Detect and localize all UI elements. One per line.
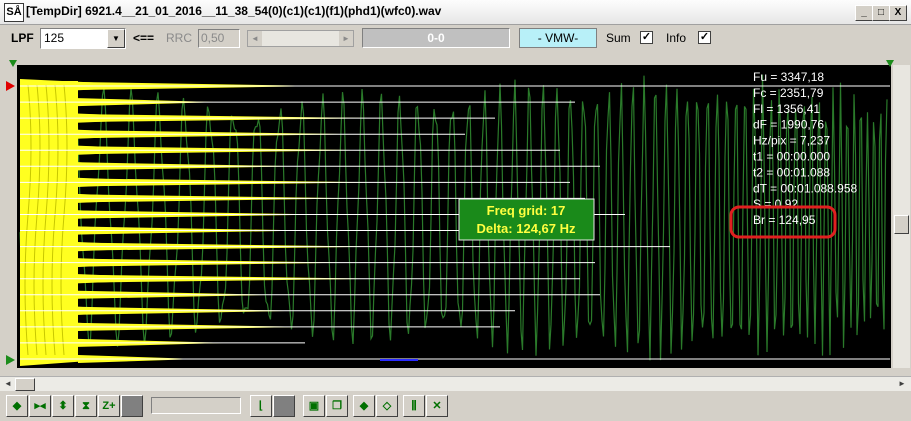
app-icon[interactable]: SÅ [4, 3, 24, 22]
move-vertical-icon[interactable]: ⬍ [52, 395, 74, 417]
info-line: Hz/pix = 7,237 [753, 134, 830, 148]
move-horizontal-icon[interactable]: ◆ [6, 395, 28, 417]
title-bar: SÅ [TempDir] 6921.4__21_01_2016__11_38_5… [0, 0, 911, 25]
mode-indicator[interactable]: - VMW- [519, 28, 597, 48]
toolbar: LPF 125 ▼ <== RRC 0,50 ◄ ► 0-0 - VMW- Su… [0, 25, 911, 53]
back-button[interactable]: <== [133, 31, 154, 45]
scroll-right-icon[interactable]: ► [339, 31, 353, 46]
horizontal-scrollbar[interactable]: ◄ ► [0, 376, 911, 391]
scroll-left-icon[interactable]: ◄ [1, 377, 15, 391]
tooltip-line2: Delta: 124,67 Hz [477, 221, 576, 236]
plot-canvas[interactable]: Fu = 3347,18 Fc = 2351,79 Fl = 1356,41 dF =… [0, 55, 911, 375]
fit-horizontal-icon[interactable]: ▸◂ [29, 395, 51, 417]
bottom-toolbar: ◆ ▸◂ ⬍ ⧗ Z+ ⌊ ▣ ❐ ◆ ◇ ⫼ ✕ [0, 392, 911, 421]
position-readout: 0-0 [362, 28, 510, 48]
info-line: dF = 1990,76 [753, 118, 824, 132]
vertical-scrollbar[interactable] [893, 65, 910, 368]
fit-vertical-icon[interactable]: ⧗ [75, 395, 97, 417]
zoom-plus-icon[interactable]: Z+ [98, 395, 120, 417]
blank-button-icon[interactable] [121, 395, 143, 417]
info-checkbox[interactable]: ✓ [698, 31, 711, 44]
diamond-icon[interactable]: ◆ [353, 395, 375, 417]
tooltip-line1: Freq grid: 17 [487, 203, 566, 218]
equalizer-icon[interactable]: ⫼ [403, 395, 425, 417]
info-label: Info [666, 31, 687, 45]
copy-icon[interactable]: ❐ [326, 395, 348, 417]
cross-arrows-icon[interactable]: ✕ [426, 395, 448, 417]
rrc-label: RRC [166, 31, 192, 45]
vertical-scroll-thumb[interactable] [894, 215, 909, 234]
window-title: [TempDir] 6921.4__21_01_2016__11_38_54(0… [26, 4, 442, 18]
info-line: dT = 00:01.088.958 [753, 181, 858, 195]
lpf-select[interactable]: 125 ▼ [40, 28, 126, 49]
lpf-value: 125 [44, 31, 65, 45]
maximize-button[interactable]: □ [872, 5, 890, 21]
minimize-button[interactable]: _ [855, 5, 873, 21]
save-image-icon[interactable]: ▣ [303, 395, 325, 417]
info-line: t2 = 00:01.088 [753, 165, 830, 179]
info-line: Fl = 1356,41 [753, 102, 820, 116]
step-icon[interactable]: ⌊ [250, 395, 272, 417]
spectrum-plot[interactable]: Fu = 3347,18 Fc = 2351,79 Fl = 1356,41 dF =… [0, 55, 911, 375]
stop-icon[interactable] [273, 395, 295, 417]
info-line: t1 = 00:00.000 [753, 150, 830, 164]
status-field [151, 397, 241, 414]
info-line: Br = 124,95 [753, 213, 816, 227]
chevron-down-icon[interactable]: ▼ [107, 29, 125, 48]
rrc-slider[interactable]: ◄ ► [247, 30, 354, 47]
scroll-right-icon[interactable]: ► [895, 377, 909, 391]
close-button[interactable]: X [889, 5, 907, 21]
info-line: S = 0.92 [753, 197, 798, 211]
rrc-input[interactable]: 0,50 [198, 29, 240, 48]
sum-label: Sum [606, 31, 631, 45]
info-line: Fc = 2351,79 [753, 86, 824, 100]
info-line: Fu = 3347,18 [753, 70, 824, 84]
horizontal-scroll-thumb[interactable] [15, 378, 35, 391]
sum-checkbox[interactable]: ✓ [640, 31, 653, 44]
scroll-left-icon[interactable]: ◄ [248, 31, 262, 46]
diamond-outline-icon[interactable]: ◇ [376, 395, 398, 417]
lpf-label: LPF [11, 31, 34, 45]
